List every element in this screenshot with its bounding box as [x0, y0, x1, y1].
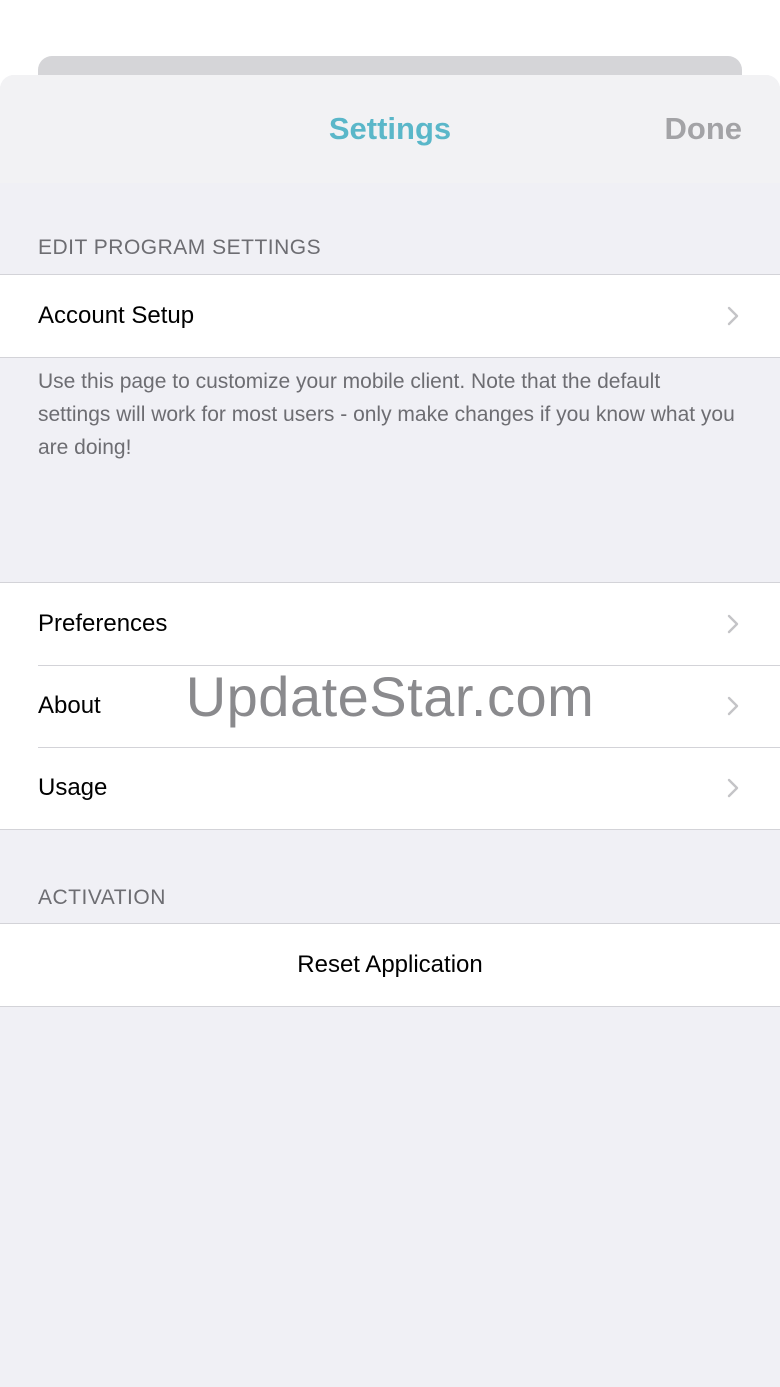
group-general: Preferences About Usage — [0, 582, 780, 830]
navigation-bar: Settings Done — [0, 75, 780, 183]
chevron-right-icon — [724, 694, 742, 718]
row-label: Reset Application — [297, 951, 483, 978]
reset-application-button[interactable]: Reset Application — [0, 924, 780, 1006]
group-edit-program-settings: Account Setup — [0, 274, 780, 358]
done-button[interactable]: Done — [665, 111, 743, 147]
row-about[interactable]: About — [0, 665, 780, 747]
row-label: Account Setup — [38, 302, 195, 329]
group-activation: Reset Application — [0, 923, 780, 1007]
section-header-edit-program-settings: EDIT PROGRAM SETTINGS — [38, 236, 322, 259]
settings-sheet: Settings Done EDIT PROGRAM SETTINGS Acco… — [0, 75, 780, 1387]
chevron-right-icon — [724, 776, 742, 800]
page-title: Settings — [328, 111, 452, 146]
row-account-setup[interactable]: Account Setup — [0, 275, 780, 357]
row-label: Usage — [38, 774, 108, 801]
section-header-activation: ACTIVATION — [38, 886, 166, 909]
row-label: About — [38, 692, 101, 719]
row-preferences[interactable]: Preferences — [0, 583, 780, 665]
row-label: Preferences — [38, 610, 168, 637]
screen: Settings Done EDIT PROGRAM SETTINGS Acco… — [0, 0, 780, 1387]
chevron-right-icon — [724, 612, 742, 636]
section-footer-note: Use this page to customize your mobile c… — [38, 370, 735, 459]
row-usage[interactable]: Usage — [0, 747, 780, 829]
chevron-right-icon — [724, 304, 742, 328]
